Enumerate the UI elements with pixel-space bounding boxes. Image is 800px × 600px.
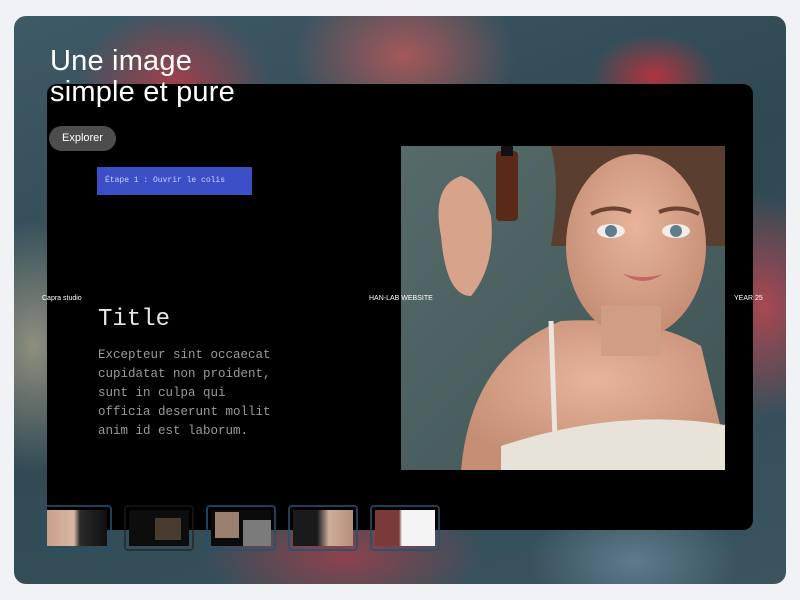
thumbnail-3[interactable] <box>206 505 276 551</box>
explorer-button[interactable]: Explorer <box>49 126 116 151</box>
thumbnail-4[interactable] <box>288 505 358 551</box>
card-body-text: Excepteur sint occaecat cupidatat non pr… <box>98 348 271 438</box>
thumbnail-strip <box>42 505 440 553</box>
thumbnail-1[interactable] <box>42 505 112 551</box>
studio-label: Capra studio <box>42 295 82 302</box>
step-label-chip: Étape 1 : Ouvrir le colis <box>97 167 252 195</box>
hero-section: Une image simple et pure Explorer Étape … <box>14 16 786 584</box>
portrait-photo <box>401 146 725 470</box>
thumbnail-5[interactable] <box>370 505 440 551</box>
card-title: Title <box>98 306 171 333</box>
hero-title: Une image simple et pure <box>50 45 235 108</box>
website-label: HAN-LAB WEBSITE <box>369 295 433 302</box>
year-label: YEAR 25 <box>734 295 763 302</box>
thumbnail-2[interactable] <box>124 505 194 551</box>
portrait-illustration <box>401 146 725 470</box>
